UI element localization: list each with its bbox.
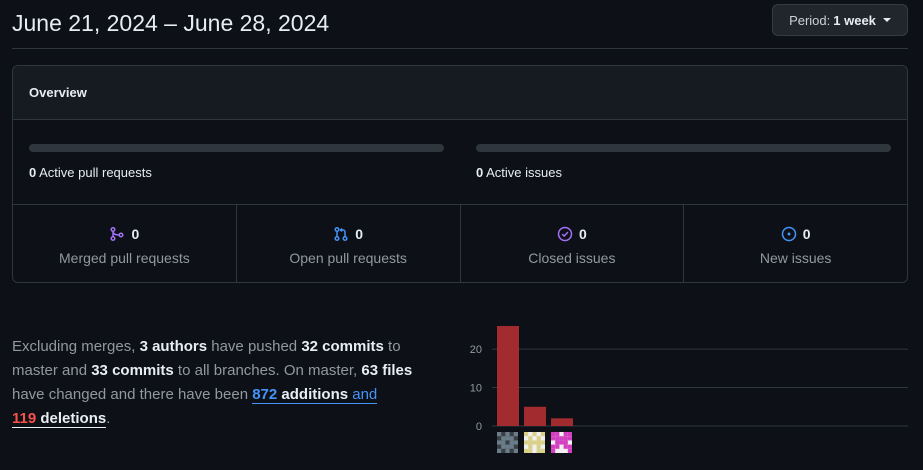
- active-issues-count: 0: [476, 165, 484, 180]
- stat-merged-prs[interactable]: 0 Merged pull requests: [13, 205, 237, 282]
- chart-y-tick-label: 0: [476, 421, 482, 433]
- active-prs-count: 0: [29, 165, 37, 180]
- author-avatar-2[interactable]: [524, 432, 545, 453]
- active-issues-summary: 0 Active issues: [476, 144, 891, 180]
- chart-svg: 0 10 20: [470, 326, 908, 453]
- master-commits-count: 32 commits: [301, 338, 384, 355]
- period-label: Period:: [789, 12, 831, 28]
- active-prs-summary: 0 Active pull requests: [29, 144, 444, 180]
- new-issues-count: 0: [802, 226, 811, 242]
- stat-new-issues[interactable]: 0 New issues: [684, 205, 907, 282]
- issue-closed-icon: [557, 226, 573, 242]
- additions-link[interactable]: 872 additions and: [252, 386, 378, 404]
- date-range-title: June 21, 2024 – June 28, 2024: [12, 10, 330, 36]
- active-prs-label[interactable]: Active pull requests: [39, 165, 152, 180]
- active-issues-label[interactable]: Active issues: [486, 165, 562, 180]
- stat-closed-issues[interactable]: 0 Closed issues: [461, 205, 685, 282]
- authors-count: 3 authors: [139, 338, 208, 355]
- page-header: June 21, 2024 – June 28, 2024 Period: 1 …: [12, 0, 908, 49]
- commit-summary: Excluding merges, 3 authors have pushed …: [12, 338, 413, 428]
- git-pull-request-icon: [334, 226, 348, 242]
- new-issues-label: New issues: [759, 250, 832, 266]
- merged-prs-count: 0: [131, 226, 140, 242]
- chart-y-tick-label: 20: [470, 344, 482, 356]
- files-changed-count: 63 files: [361, 362, 413, 379]
- merged-prs-label: Merged pull requests: [59, 250, 190, 266]
- stat-open-prs[interactable]: 0 Open pull requests: [237, 205, 461, 282]
- overview-stats-row: 0 Merged pull requests 0 Open pull reque…: [13, 205, 907, 282]
- chart-bar-author-2: [524, 406, 546, 426]
- closed-issues-count: 0: [578, 226, 587, 242]
- chart-bar-author-1: [497, 326, 519, 426]
- overview-panel: Overview 0 Active pull requests 0 Active…: [12, 65, 908, 283]
- all-branches-commits-count: 33 commits: [91, 362, 174, 379]
- active-prs-progress-bar: [29, 144, 444, 152]
- period-value: 1 week: [833, 12, 876, 28]
- caret-down-icon: [882, 18, 891, 22]
- commits-by-author-chart: 0 10 20: [462, 322, 908, 458]
- issue-opened-icon: [781, 226, 796, 242]
- author-avatar-1[interactable]: [497, 432, 518, 453]
- active-issues-progress-bar: [476, 144, 891, 152]
- overview-progress-section: 0 Active pull requests 0 Active issues: [13, 120, 907, 205]
- open-prs-label: Open pull requests: [289, 250, 407, 266]
- overview-title: Overview: [13, 66, 907, 120]
- closed-issues-label: Closed issues: [528, 250, 616, 266]
- deletions-link[interactable]: 119 deletions: [12, 410, 107, 428]
- author-avatar-3[interactable]: [551, 432, 572, 453]
- chart-y-tick-label: 10: [470, 383, 482, 395]
- period-dropdown-button[interactable]: Period: 1 week: [772, 4, 908, 36]
- chart-bar-author-3: [551, 418, 573, 426]
- open-prs-count: 0: [355, 226, 364, 242]
- git-merge-icon: [110, 226, 125, 242]
